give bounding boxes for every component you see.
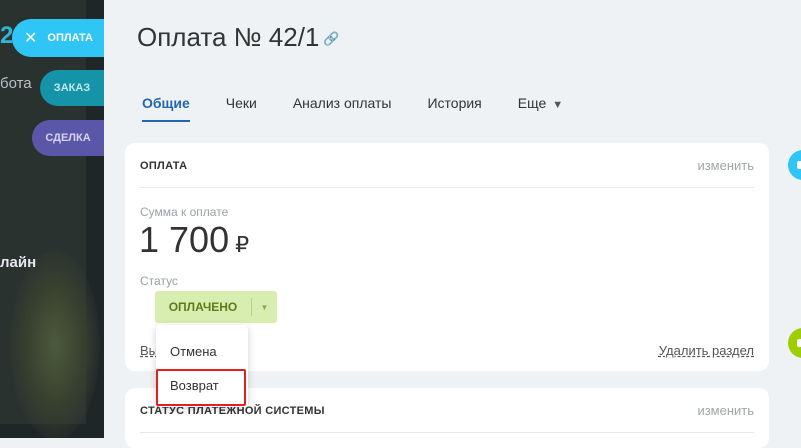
caret-down-icon[interactable]: ▼ — [252, 303, 277, 312]
delete-section-link[interactable]: Удалить раздел — [659, 343, 754, 358]
status-value: ОПЛАЧЕНО — [168, 300, 238, 314]
slider-tab-order-label: ЗАКАЗ — [53, 82, 91, 94]
payment-card-edit-link[interactable]: изменить — [697, 158, 754, 173]
amount-value: 1 700 ₽ — [139, 219, 249, 261]
amount-number: 1 700 — [139, 219, 230, 260]
tab-bar: Общие Чеки Анализ оплаты История Еще ▼ — [142, 95, 599, 122]
payment-system-card-edit-link[interactable]: изменить — [697, 403, 754, 418]
slider-tab-payment-label: ОПЛАТА — [47, 32, 93, 44]
tab-more[interactable]: Еще ▼ — [518, 95, 563, 122]
status-select[interactable]: ОПЛАЧЕНО ▼ — [155, 291, 277, 323]
background-text-bold: лайн — [0, 254, 37, 271]
page-title: Оплата № 42/1 🔗 — [137, 22, 340, 53]
status-dropdown-menu: Отмена Возврат — [156, 325, 248, 407]
slider-tab-payment[interactable]: ✕ ОПЛАТА — [12, 19, 104, 57]
status-option-refund[interactable]: Возврат — [156, 371, 248, 401]
tab-general[interactable]: Общие — [142, 95, 190, 122]
page-title-text: Оплата № 42/1 — [137, 22, 320, 52]
amount-label: Сумма к оплате — [140, 205, 229, 219]
slider-tab-order[interactable]: ЗАКАЗ — [40, 70, 104, 106]
close-icon[interactable]: ✕ — [24, 28, 37, 48]
chevron-down-icon: ▼ — [552, 99, 564, 111]
tab-payment-analysis[interactable]: Анализ оплаты — [293, 95, 392, 122]
background-glow — [10, 250, 100, 438]
payment-card-header: ОПЛАТА — [140, 160, 188, 172]
background-page: 2 бота лайн — [0, 0, 104, 438]
divider — [140, 187, 754, 188]
background-text: бота — [0, 75, 32, 92]
slider-tab-deal-label: СДЕЛКА — [45, 132, 91, 144]
link-icon[interactable]: 🔗 — [323, 31, 339, 46]
tab-history[interactable]: История — [427, 95, 481, 122]
slider-tab-deal[interactable]: СДЕЛКА — [32, 120, 104, 156]
tab-receipts[interactable]: Чеки — [226, 95, 257, 122]
status-label: Статус — [140, 274, 178, 288]
divider — [140, 432, 754, 433]
currency-symbol: ₽ — [235, 232, 250, 257]
status-option-cancel[interactable]: Отмена — [156, 337, 248, 367]
tab-more-label: Еще — [517, 95, 547, 111]
